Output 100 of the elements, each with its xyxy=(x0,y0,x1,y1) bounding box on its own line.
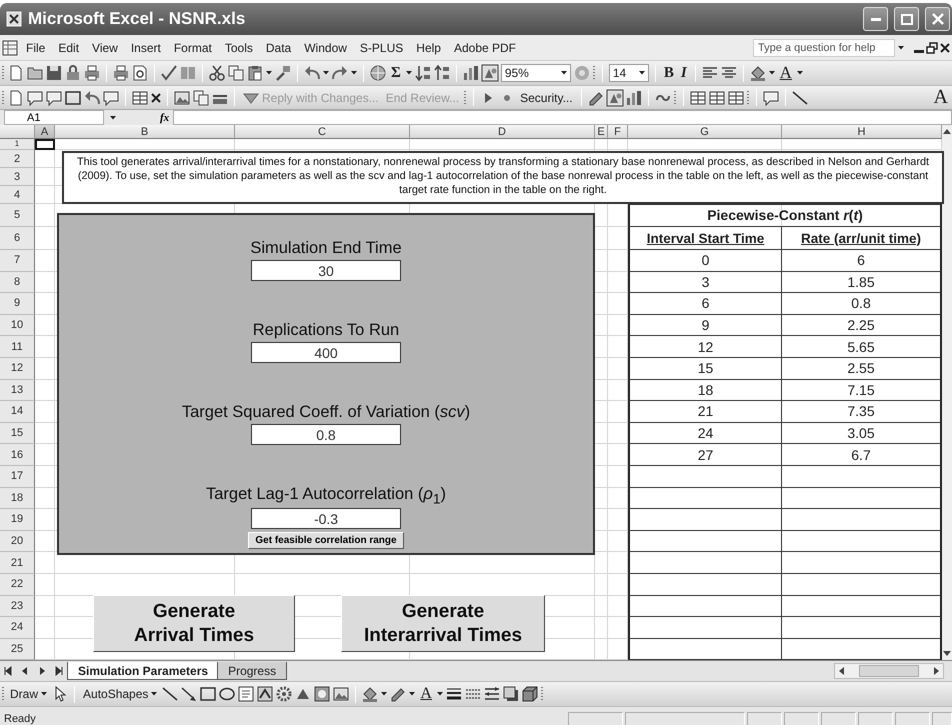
menu-item[interactable]: Tools xyxy=(220,38,258,58)
line-icon[interactable] xyxy=(162,686,178,702)
left-arrow-icon[interactable] xyxy=(838,667,845,675)
chart-icon[interactable] xyxy=(626,90,642,106)
row-header[interactable]: 17 xyxy=(0,466,35,488)
menu-item[interactable]: Format xyxy=(168,38,217,58)
column-header[interactable]: H xyxy=(782,125,942,139)
align-left-icon[interactable] xyxy=(702,65,718,81)
table-cell[interactable] xyxy=(628,488,782,510)
draw-menu-button[interactable]: Draw xyxy=(8,684,50,704)
input-field[interactable]: 0.8 xyxy=(250,424,401,445)
table-cell[interactable] xyxy=(628,574,782,596)
textbox-icon[interactable] xyxy=(238,686,254,702)
correlation-range-button[interactable]: Get feasible correlation range xyxy=(248,532,404,550)
column-header[interactable]: C xyxy=(235,125,410,139)
comment-icon[interactable] xyxy=(762,90,779,106)
paint-bucket-icon[interactable] xyxy=(750,65,766,81)
table-icon[interactable] xyxy=(728,90,744,106)
column-header[interactable]: E xyxy=(595,125,608,139)
arrow-style-icon[interactable] xyxy=(484,686,500,702)
grip-icon[interactable] xyxy=(2,65,5,81)
input-field[interactable]: -0.3 xyxy=(251,508,401,530)
row-header[interactable]: 4 xyxy=(0,186,35,204)
brush-icon[interactable] xyxy=(275,65,291,81)
table-icon[interactable] xyxy=(708,90,725,106)
menu-item[interactable]: Edit xyxy=(53,38,84,58)
image-icon[interactable] xyxy=(174,90,190,106)
row-header[interactable]: 19 xyxy=(0,509,35,531)
input-field[interactable]: 30 xyxy=(250,260,401,281)
sheet-tab[interactable]: Progress xyxy=(217,662,288,680)
horizontal-scrollbar[interactable] xyxy=(834,663,944,679)
maximize-button[interactable] xyxy=(894,7,919,31)
comment-icon[interactable] xyxy=(27,90,43,106)
paint-bucket-icon[interactable] xyxy=(362,686,378,702)
column-header[interactable]: A xyxy=(35,125,55,139)
up-arrow-icon[interactable] xyxy=(943,128,951,135)
name-box[interactable]: A1 xyxy=(4,110,104,125)
next-icon[interactable] xyxy=(38,667,46,675)
generate-button[interactable]: Generate Interarrival Times xyxy=(341,595,545,652)
column-header[interactable]: G xyxy=(628,125,782,139)
comment-icon[interactable] xyxy=(46,90,62,106)
rectangle-icon[interactable] xyxy=(65,90,81,106)
row-header[interactable]: 7 xyxy=(0,250,35,272)
grip-icon[interactable] xyxy=(2,686,5,702)
menu-item[interactable]: Adobe PDF xyxy=(448,38,522,58)
row-header[interactable]: 10 xyxy=(0,314,35,336)
menu-item[interactable]: Data xyxy=(260,38,296,58)
first-icon[interactable] xyxy=(4,667,12,675)
row-header[interactable]: 6 xyxy=(0,227,35,250)
caret-icon[interactable] xyxy=(323,71,329,75)
column-header[interactable]: D xyxy=(410,125,595,139)
row-header[interactable]: 9 xyxy=(0,293,35,315)
help-search-field[interactable]: Type a question for help xyxy=(753,38,895,56)
page-icon[interactable] xyxy=(8,90,24,106)
insert-function-button[interactable]: fx xyxy=(156,110,174,125)
column-header[interactable]: B xyxy=(55,125,235,139)
row-header[interactable]: 1 xyxy=(0,139,35,150)
restore-icon[interactable] xyxy=(927,42,937,52)
selected-cell[interactable] xyxy=(35,139,55,150)
menu-item[interactable]: S-PLUS xyxy=(354,38,408,58)
caret-icon[interactable] xyxy=(898,46,904,50)
page-icon[interactable] xyxy=(8,65,24,81)
last-icon[interactable] xyxy=(55,667,63,675)
formula-field[interactable] xyxy=(173,110,952,125)
grip-icon[interactable] xyxy=(540,686,544,702)
preview-icon[interactable] xyxy=(132,65,148,81)
pen-icon[interactable] xyxy=(588,90,604,106)
caret-icon[interactable] xyxy=(351,71,357,75)
font-color-button[interactable]: A xyxy=(418,684,434,704)
menu-item[interactable]: Help xyxy=(411,38,446,58)
image-icon[interactable] xyxy=(333,686,350,702)
sort-icon[interactable] xyxy=(414,65,431,81)
row-header[interactable]: 15 xyxy=(0,422,35,444)
workbook-icon[interactable] xyxy=(2,40,18,56)
input-field[interactable]: 400 xyxy=(251,342,401,363)
zoom-field[interactable]: 95% xyxy=(500,64,571,82)
font-size-field[interactable]: 14 xyxy=(608,64,649,82)
font-color-button[interactable]: A xyxy=(778,63,794,83)
table-cell[interactable] xyxy=(628,596,782,618)
undo-icon[interactable] xyxy=(84,90,100,106)
row-header[interactable]: 12 xyxy=(0,358,35,380)
autoshapes-menu-button[interactable]: AutoShapes xyxy=(81,684,160,704)
caret-icon[interactable] xyxy=(381,692,388,696)
caret-icon[interactable] xyxy=(409,692,416,696)
row-header[interactable]: 8 xyxy=(0,272,35,294)
table-cell[interactable] xyxy=(628,530,782,552)
table-cell[interactable] xyxy=(628,617,782,639)
row-header[interactable]: 23 xyxy=(0,596,35,618)
arrow-icon[interactable] xyxy=(181,686,198,702)
redo-icon[interactable] xyxy=(332,65,348,81)
pen-icon[interactable] xyxy=(390,686,406,702)
select-all-button[interactable] xyxy=(0,125,35,139)
grip-icon[interactable] xyxy=(2,90,5,106)
clipboard-icon[interactable] xyxy=(247,65,263,81)
column-header[interactable]: F xyxy=(608,125,628,139)
caret-icon[interactable] xyxy=(266,71,272,75)
menu-item[interactable]: Window xyxy=(299,38,352,58)
caret-icon[interactable] xyxy=(796,71,803,75)
wordart-icon[interactable] xyxy=(257,686,274,702)
folder-icon[interactable] xyxy=(27,65,43,81)
